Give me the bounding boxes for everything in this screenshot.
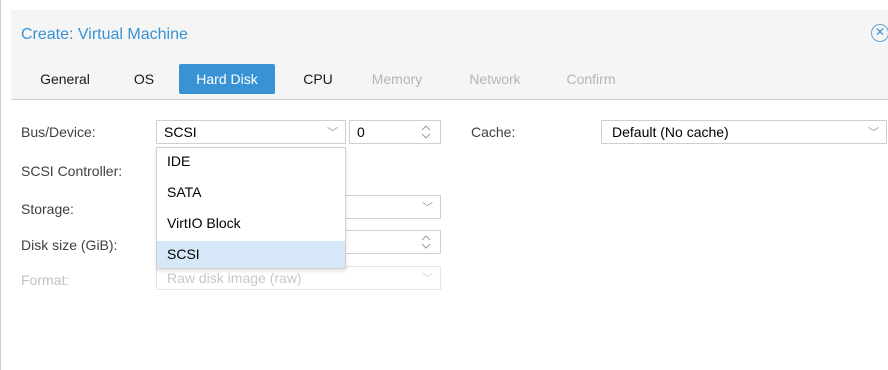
spinner-arrows-icon[interactable] bbox=[420, 233, 432, 251]
bus-device-label: Bus/Device: bbox=[21, 124, 96, 140]
spinner-arrows-icon[interactable] bbox=[420, 123, 432, 141]
tab-hard-disk[interactable]: Hard Disk bbox=[179, 64, 275, 94]
tab-cpu[interactable]: CPU bbox=[298, 64, 338, 94]
chevron-down-icon: ﹀ bbox=[422, 273, 433, 285]
tab-confirm: Confirm bbox=[566, 71, 616, 87]
format-label: Format: bbox=[21, 272, 70, 288]
bus-option-scsi[interactable]: SCSI bbox=[157, 241, 345, 268]
cache-label: Cache: bbox=[471, 124, 516, 140]
format-select: Raw disk image (raw) ﹀ bbox=[156, 266, 441, 290]
close-icon[interactable]: ✕ bbox=[871, 24, 888, 42]
format-value: Raw disk image (raw) bbox=[167, 270, 302, 286]
scsi-controller-label: SCSI Controller: bbox=[21, 163, 123, 179]
tab-general[interactable]: General bbox=[35, 64, 95, 94]
tab-network: Network bbox=[469, 71, 521, 87]
tab-memory: Memory bbox=[371, 71, 423, 87]
bus-option-virtio-block[interactable]: VirtIO Block bbox=[157, 210, 345, 237]
bus-device-value: SCSI bbox=[164, 124, 197, 140]
chevron-down-icon[interactable]: ﹀ bbox=[327, 124, 338, 140]
dialog-header: Create: Virtual Machine ✕ General OS Har… bbox=[11, 10, 888, 100]
tab-os[interactable]: OS bbox=[129, 64, 159, 94]
bus-option-sata[interactable]: SATA bbox=[157, 179, 345, 206]
dialog-title: Create: Virtual Machine bbox=[21, 26, 188, 43]
disk-size-label: Disk size (GiB): bbox=[21, 237, 118, 253]
bus-device-select[interactable]: SCSI ﹀ bbox=[156, 120, 346, 144]
bus-device-dropdown: IDE SATA VirtIO Block SCSI bbox=[156, 147, 346, 269]
device-number-value: 0 bbox=[357, 124, 365, 140]
chevron-down-icon[interactable]: ﹀ bbox=[868, 124, 879, 140]
chevron-down-icon[interactable]: ﹀ bbox=[422, 199, 433, 215]
device-number-spinner[interactable]: 0 bbox=[349, 120, 441, 144]
bus-option-ide[interactable]: IDE bbox=[157, 148, 345, 175]
cache-select[interactable]: Default (No cache) ﹀ bbox=[601, 120, 887, 144]
cache-value: Default (No cache) bbox=[612, 124, 729, 140]
storage-label: Storage: bbox=[21, 201, 74, 217]
create-vm-dialog: Create: Virtual Machine ✕ General OS Har… bbox=[0, 0, 888, 370]
